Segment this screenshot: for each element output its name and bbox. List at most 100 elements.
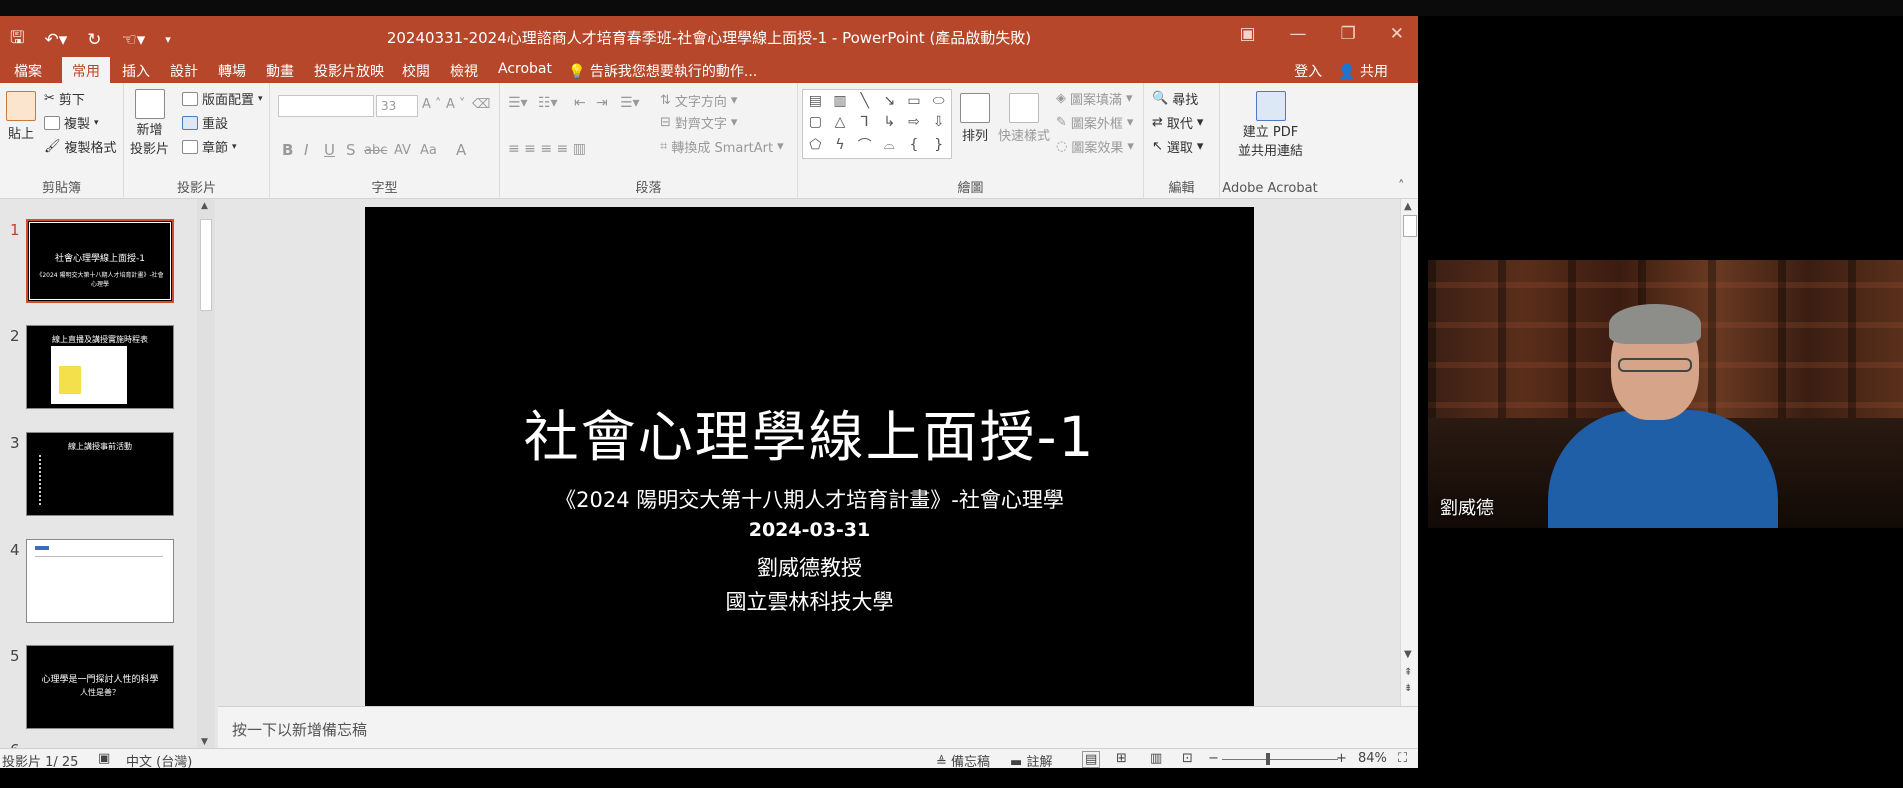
create-pdf-button[interactable]: 建立 PDF 並共用連結: [1238, 91, 1303, 159]
font-name-combo[interactable]: [278, 95, 374, 117]
paste-button[interactable]: 貼上: [6, 91, 36, 142]
slide-scrollbar[interactable]: ▲ ▼ ⇞ ⇟: [1400, 199, 1418, 706]
tell-me-box[interactable]: 💡 告訴我您想要執行的動作...: [568, 61, 757, 81]
thumbnail-item[interactable]: 4: [0, 539, 200, 625]
arrange-button[interactable]: 排列: [960, 93, 990, 144]
next-slide-icon[interactable]: ⇟: [1404, 683, 1412, 694]
tab-slideshow[interactable]: 投影片放映: [314, 61, 384, 81]
tab-home[interactable]: 常用: [62, 57, 110, 83]
copy-button[interactable]: 複製 ▾: [44, 113, 99, 132]
notes-pane[interactable]: 按一下以新增備忘稿: [218, 706, 1418, 748]
text-direction-button[interactable]: ⇅ 文字方向 ▾: [660, 91, 737, 110]
spellcheck-icon[interactable]: ▣: [98, 751, 110, 766]
line-spacing-button[interactable]: ☰▾: [620, 95, 640, 111]
shapes-gallery[interactable]: ▤ ▥ ╲ ↘ ▭ ⬭ ▢ △ ⅂ ↳ ⇨ ⇩ ⬠ ϟ ⌒ ⌓ {}: [802, 89, 952, 159]
font-size-combo[interactable]: 33: [376, 95, 418, 117]
restore-icon[interactable]: ❐: [1341, 24, 1356, 44]
thumbnail-slide[interactable]: [26, 539, 174, 623]
align-buttons[interactable]: ≡ ≡ ≡ ≡ ▥: [508, 141, 586, 157]
sign-in-link[interactable]: 登入: [1294, 61, 1322, 81]
notes-placeholder[interactable]: 按一下以新增備忘稿: [232, 719, 367, 740]
align-text-button[interactable]: ⊟ 對齊文字 ▾: [660, 113, 737, 132]
layout-button[interactable]: 版面配置 ▾: [182, 89, 263, 108]
thumbnail-item[interactable]: 2 線上直播及講授實施時程表: [0, 325, 200, 411]
tab-review[interactable]: 校閱: [402, 61, 430, 81]
replace-button[interactable]: ⇄ 取代 ▾: [1152, 113, 1203, 132]
zoom-level[interactable]: 84%: [1358, 751, 1387, 766]
slide-subtitle[interactable]: 《2024 陽明交大第十八期人才培育計畫》-社會心理學: [365, 484, 1254, 514]
share-button[interactable]: 👤 共用: [1338, 61, 1388, 81]
reading-view-icon[interactable]: ▥: [1150, 751, 1162, 766]
grow-font-button[interactable]: A ˄: [422, 97, 441, 112]
thumbnail-slide[interactable]: 線上直播及講授實施時程表: [26, 325, 174, 409]
reset-button[interactable]: 重設: [182, 113, 228, 132]
prev-slide-icon[interactable]: ⇞: [1404, 667, 1412, 678]
slide-sorter-icon[interactable]: ⊞: [1116, 751, 1127, 766]
tab-acrobat[interactable]: Acrobat: [498, 61, 552, 77]
language-indicator[interactable]: 中文 (台灣): [126, 751, 192, 768]
thumbnail-item[interactable]: 1 社會心理學線上面授-1 《2024 陽明交大第十八期人才培育計畫》-社會心理…: [0, 219, 200, 305]
notes-button[interactable]: ≜ 備忘稿: [936, 751, 990, 768]
scroll-down-icon[interactable]: ▼: [201, 737, 208, 747]
strikethrough-button[interactable]: abc: [364, 143, 387, 158]
close-icon[interactable]: ✕: [1390, 24, 1404, 44]
smartart-button[interactable]: ⌗ 轉換成 SmartArt ▾: [660, 137, 784, 156]
scrollbar-thumb[interactable]: [1403, 215, 1417, 237]
slide-date[interactable]: 2024-03-31: [365, 519, 1254, 541]
thumbnail-slide[interactable]: 線上講授事前活動: [26, 432, 174, 516]
minimize-icon[interactable]: —: [1290, 24, 1307, 44]
shape-effects-button[interactable]: ◌ 圖案效果 ▾: [1056, 137, 1134, 156]
tab-view[interactable]: 檢視: [450, 61, 478, 81]
thumbnail-item[interactable]: 3 線上講授事前活動: [0, 432, 200, 518]
scroll-up-icon[interactable]: ▲: [201, 201, 208, 211]
cut-button[interactable]: ✂ 剪下: [44, 89, 85, 108]
thumbnail-slide[interactable]: 社會心理學線上面授-1 《2024 陽明交大第十八期人才培育計畫》-社會心理學: [26, 219, 174, 303]
format-painter-button[interactable]: 🖌 複製格式: [44, 137, 117, 156]
fit-slide-icon[interactable]: ⛶: [1398, 751, 1407, 766]
scroll-down-icon[interactable]: ▼: [1404, 649, 1412, 660]
numbering-button[interactable]: ☷▾: [538, 95, 558, 111]
shape-fill-button[interactable]: ◈ 圖案填滿 ▾: [1056, 89, 1133, 108]
slide-presenter[interactable]: 劉威德教授: [365, 552, 1254, 582]
tab-animations[interactable]: 動畫: [266, 61, 294, 81]
zoom-slider[interactable]: [1222, 753, 1338, 765]
scroll-up-icon[interactable]: ▲: [1404, 201, 1412, 212]
collapse-ribbon-icon[interactable]: ˄: [1398, 179, 1405, 194]
bold-button[interactable]: B: [282, 141, 293, 159]
normal-view-icon[interactable]: ▤: [1082, 751, 1101, 768]
increase-indent-button[interactable]: ⇥: [596, 95, 608, 111]
thumbnail-scrollbar[interactable]: ▲ ▼: [197, 199, 215, 749]
tab-transitions[interactable]: 轉場: [218, 61, 246, 81]
find-button[interactable]: 🔍 尋找: [1152, 89, 1198, 108]
underline-button[interactable]: U: [324, 141, 335, 159]
slide-title[interactable]: 社會心理學線上面授-1: [365, 392, 1254, 472]
slide-institution[interactable]: 國立雲林科技大學: [365, 586, 1254, 616]
zoom-out-button[interactable]: −: [1208, 751, 1219, 766]
char-spacing-button[interactable]: AV: [394, 143, 411, 158]
italic-button[interactable]: I: [304, 141, 308, 159]
shape-outline-button[interactable]: ✎ 圖案外框 ▾: [1056, 113, 1133, 132]
ribbon-display-icon[interactable]: ▣: [1239, 24, 1255, 44]
quick-styles-button[interactable]: 快速樣式: [998, 93, 1050, 144]
zoom-in-button[interactable]: +: [1336, 751, 1347, 766]
shadow-button[interactable]: S: [346, 141, 356, 159]
thumbnail-item[interactable]: 5 心理學是一門探討人性的科學 人性是善？: [0, 645, 200, 731]
font-color-button[interactable]: A: [456, 141, 466, 159]
tab-file[interactable]: 檔案: [14, 61, 42, 81]
current-slide[interactable]: 社會心理學線上面授-1 《2024 陽明交大第十八期人才培育計畫》-社會心理學 …: [365, 207, 1254, 707]
change-case-button[interactable]: Aa: [420, 143, 437, 158]
decrease-indent-button[interactable]: ⇤: [574, 95, 586, 111]
tab-insert[interactable]: 插入: [122, 61, 150, 81]
new-slide-button[interactable]: 新增 投影片: [130, 89, 169, 157]
tab-design[interactable]: 設計: [170, 61, 198, 81]
comments-button[interactable]: ▬ 註解: [1010, 751, 1052, 768]
scrollbar-thumb[interactable]: [200, 219, 212, 311]
bullets-button[interactable]: ☰▾: [508, 95, 528, 111]
thumbnail-slide[interactable]: 心理學是一門探討人性的科學 人性是善？: [26, 645, 174, 729]
select-button[interactable]: ↖ 選取 ▾: [1152, 137, 1203, 156]
section-button[interactable]: 章節 ▾: [182, 137, 237, 156]
shrink-font-button[interactable]: A ˅: [446, 97, 465, 112]
clear-format-icon[interactable]: ⌫: [472, 97, 490, 112]
slideshow-icon[interactable]: ⊡: [1182, 751, 1193, 766]
zoom-slider-thumb[interactable]: [1266, 753, 1270, 765]
